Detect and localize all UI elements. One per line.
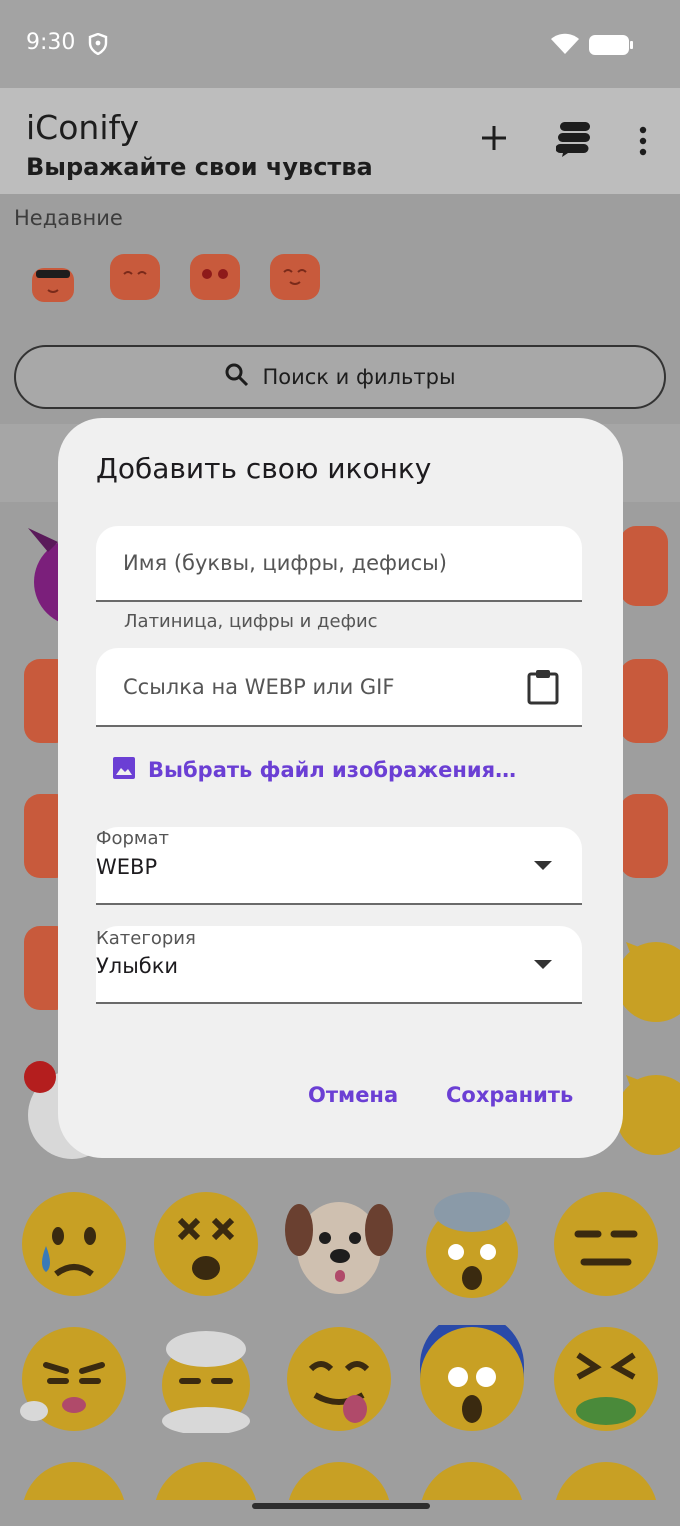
chevron-down-icon [534,960,552,969]
add-icon[interactable] [480,124,508,156]
search-icon [224,362,250,392]
image-icon [112,756,136,785]
format-value: WEBP [96,855,158,879]
recent-sticker-sunglasses[interactable] [24,258,82,316]
name-field[interactable]: Имя (буквы, цифры, дефисы) [96,526,582,602]
clipboard-icon[interactable] [526,669,560,709]
grid-sticker-1[interactable] [620,522,680,630]
pick-file-label: Выбрать файл изображения… [148,758,517,782]
category-value: Улыбки [96,954,179,978]
category-label: Категория [96,928,196,949]
recent-sticker-smile[interactable] [106,248,164,306]
battery-icon [588,34,634,60]
status-bar: 9:30 [0,0,680,88]
chevron-down-icon [534,861,552,870]
pick-image-file-button[interactable]: Выбрать файл изображения… [112,756,516,784]
search-label: Поиск и фильтры [262,365,456,389]
status-time: 9:30 [26,30,76,55]
cancel-button[interactable]: Отмена [308,1083,398,1107]
grid-emoji-mind-blown[interactable] [418,1190,526,1298]
url-field[interactable]: Ссылка на WEBP или GIF [96,648,582,727]
grid-emoji-partial-3[interactable] [285,1460,393,1500]
app-title: iConify [26,108,140,147]
format-label: Формат [96,828,170,849]
dialog-title: Добавить свою иконку [96,452,432,485]
gesture-nav-handle[interactable] [252,1503,430,1509]
grid-sticker-3[interactable] [620,655,680,763]
grid-emoji-vomiting[interactable] [552,1325,660,1433]
grid-emoji-dizzy[interactable] [152,1190,260,1298]
search-filters-button[interactable]: Поиск и фильтры [14,345,666,409]
name-field-placeholder: Имя (буквы, цифры, дефисы) [123,551,447,575]
recent-label: Недавние [14,206,123,230]
recent-sticker-happy[interactable] [266,248,324,306]
grid-emoji-crying[interactable] [20,1190,128,1298]
wifi-icon [550,32,580,60]
grid-emoji-expressionless[interactable] [552,1190,660,1298]
grid-emoji-exhaling[interactable] [20,1325,128,1433]
grid-emoji-partial-1[interactable] [20,1460,128,1500]
grid-emoji-yum[interactable] [285,1325,393,1433]
save-button[interactable]: Сохранить [446,1083,573,1107]
add-icon-dialog: Добавить свою иконку Имя (буквы, цифры, … [58,418,623,1158]
recent-sticker-heart-eyes[interactable] [186,248,244,306]
more-vert-icon[interactable] [638,126,648,160]
app-bar: iConify Выражайте свои чувства [0,88,680,194]
grid-emoji-dog[interactable] [285,1190,393,1298]
grid-emoji-face-in-clouds[interactable] [152,1325,260,1435]
url-field-placeholder: Ссылка на WEBP или GIF [123,675,395,699]
grid-sticker-5[interactable] [620,790,680,898]
shield-icon [88,32,108,59]
stack-icon[interactable] [555,120,592,162]
name-field-helper: Латиница, цифры и дефис [124,611,378,632]
grid-emoji-partial-5[interactable] [552,1460,660,1500]
grid-emoji-partial-2[interactable] [152,1460,260,1500]
grid-emoji-partial-4[interactable] [418,1460,526,1500]
grid-emoji-scream[interactable] [418,1313,526,1433]
app-subtitle: Выражайте свои чувства [26,153,373,181]
